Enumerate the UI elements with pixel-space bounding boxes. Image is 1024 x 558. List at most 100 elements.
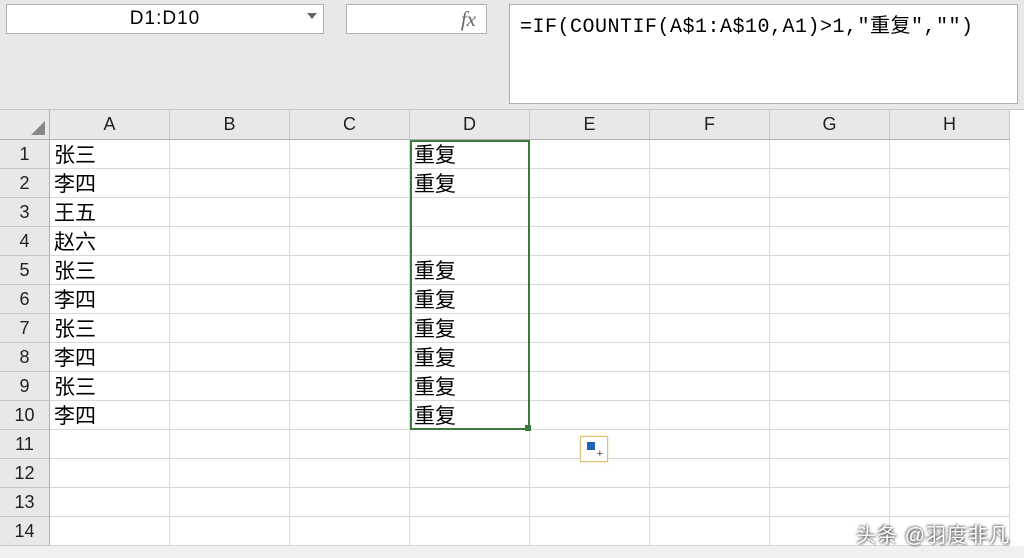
dropdown-icon[interactable]: [307, 13, 317, 19]
cell[interactable]: [530, 314, 650, 343]
cell[interactable]: [290, 430, 410, 459]
cell[interactable]: [890, 140, 1010, 169]
column-header[interactable]: F: [650, 110, 770, 140]
row-header[interactable]: 13: [0, 488, 50, 517]
cell[interactable]: [530, 459, 650, 488]
cell[interactable]: 李四: [50, 169, 170, 198]
cell[interactable]: [650, 488, 770, 517]
cell[interactable]: [650, 140, 770, 169]
cell[interactable]: [290, 285, 410, 314]
cell[interactable]: [170, 227, 290, 256]
cell[interactable]: [890, 401, 1010, 430]
cell[interactable]: 张三: [50, 314, 170, 343]
cell[interactable]: [530, 343, 650, 372]
cell[interactable]: [770, 169, 890, 198]
cell[interactable]: 张三: [50, 140, 170, 169]
cell[interactable]: [770, 140, 890, 169]
cell[interactable]: [290, 372, 410, 401]
cell[interactable]: [770, 343, 890, 372]
cell[interactable]: [290, 343, 410, 372]
cell[interactable]: [650, 430, 770, 459]
row-header[interactable]: 9: [0, 372, 50, 401]
cell[interactable]: [890, 343, 1010, 372]
row-header[interactable]: 14: [0, 517, 50, 546]
cell[interactable]: [650, 401, 770, 430]
cell[interactable]: [170, 430, 290, 459]
row-header[interactable]: 10: [0, 401, 50, 430]
cell[interactable]: 重复: [410, 140, 530, 169]
cell[interactable]: [530, 517, 650, 546]
cell[interactable]: [410, 198, 530, 227]
cell[interactable]: 重复: [410, 314, 530, 343]
cell[interactable]: [890, 285, 1010, 314]
cell[interactable]: [170, 343, 290, 372]
cell[interactable]: [530, 140, 650, 169]
cell[interactable]: [890, 227, 1010, 256]
autofill-options-button[interactable]: [580, 436, 608, 462]
cell[interactable]: [770, 430, 890, 459]
cell[interactable]: [50, 517, 170, 546]
cell[interactable]: [650, 169, 770, 198]
cell[interactable]: [170, 140, 290, 169]
cell[interactable]: [890, 256, 1010, 285]
cell[interactable]: [650, 256, 770, 285]
cell[interactable]: [650, 314, 770, 343]
row-header[interactable]: 12: [0, 459, 50, 488]
cell[interactable]: 张三: [50, 372, 170, 401]
cell[interactable]: 重复: [410, 169, 530, 198]
cell[interactable]: [770, 488, 890, 517]
cell[interactable]: [650, 198, 770, 227]
cell[interactable]: [530, 256, 650, 285]
cell[interactable]: [770, 227, 890, 256]
cell[interactable]: [170, 517, 290, 546]
cell[interactable]: [290, 401, 410, 430]
cell[interactable]: [890, 459, 1010, 488]
cell[interactable]: [170, 314, 290, 343]
cell[interactable]: 重复: [410, 401, 530, 430]
cell[interactable]: [290, 314, 410, 343]
cell[interactable]: [290, 227, 410, 256]
cell[interactable]: [290, 488, 410, 517]
cell[interactable]: [530, 285, 650, 314]
cell[interactable]: [890, 430, 1010, 459]
cell[interactable]: 李四: [50, 343, 170, 372]
row-header[interactable]: 11: [0, 430, 50, 459]
cell[interactable]: [650, 372, 770, 401]
cell[interactable]: [170, 401, 290, 430]
cell[interactable]: [410, 488, 530, 517]
column-header[interactable]: C: [290, 110, 410, 140]
cell[interactable]: [890, 488, 1010, 517]
cell[interactable]: [290, 198, 410, 227]
row-header[interactable]: 5: [0, 256, 50, 285]
cell[interactable]: [410, 459, 530, 488]
column-header[interactable]: B: [170, 110, 290, 140]
column-header[interactable]: G: [770, 110, 890, 140]
name-box[interactable]: D1:D10: [6, 4, 324, 34]
cell[interactable]: [410, 430, 530, 459]
cell[interactable]: 重复: [410, 372, 530, 401]
cell[interactable]: [290, 169, 410, 198]
cell[interactable]: [170, 285, 290, 314]
cell[interactable]: [890, 314, 1010, 343]
cell[interactable]: [170, 372, 290, 401]
column-header[interactable]: E: [530, 110, 650, 140]
cell[interactable]: [530, 372, 650, 401]
cell[interactable]: [890, 198, 1010, 227]
cell[interactable]: [770, 198, 890, 227]
cell[interactable]: [290, 459, 410, 488]
cell[interactable]: [170, 459, 290, 488]
cell[interactable]: [890, 169, 1010, 198]
cell[interactable]: [770, 459, 890, 488]
cell[interactable]: [290, 517, 410, 546]
cell[interactable]: [650, 227, 770, 256]
select-all-corner[interactable]: [0, 110, 50, 140]
cell[interactable]: [890, 372, 1010, 401]
cell[interactable]: [770, 372, 890, 401]
cell[interactable]: [770, 314, 890, 343]
cell[interactable]: [770, 256, 890, 285]
cell[interactable]: [170, 169, 290, 198]
cell[interactable]: [410, 227, 530, 256]
row-header[interactable]: 1: [0, 140, 50, 169]
cell[interactable]: [530, 198, 650, 227]
cell[interactable]: [650, 343, 770, 372]
